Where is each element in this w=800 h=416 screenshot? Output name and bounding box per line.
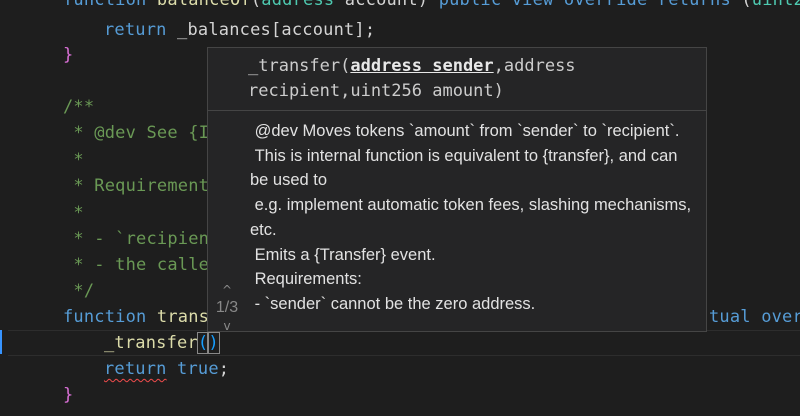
code-token: ( — [250, 0, 262, 10]
code-token: address — [261, 0, 335, 10]
code-token: ( — [730, 0, 752, 10]
code-token: tual — [709, 307, 751, 327]
code-token: */ — [63, 281, 95, 301]
signature-label: _transfer(address sender,address recipie… — [208, 48, 706, 111]
active-parameter: address sender — [350, 56, 494, 76]
code-token: * — [63, 203, 84, 223]
doc-paragraph: Emits a {Transfer} event. — [250, 245, 436, 264]
signature-help-popup[interactable]: _transfer(address sender,address recipie… — [207, 47, 707, 332]
code-token: public — [438, 0, 502, 10]
code-token: balanceOf — [156, 0, 251, 10]
code-token: /** — [63, 97, 95, 117]
code-token: * - the calle — [63, 255, 210, 275]
overload-counter: 1/3 — [215, 299, 239, 316]
code-token: _balances[account]; — [166, 20, 376, 40]
code-token: * - `recipien — [63, 229, 210, 249]
signature-rest: ,address — [493, 56, 576, 76]
doc-paragraph: This is internal function is equivalent … — [250, 146, 683, 190]
code-token: account) — [334, 0, 439, 10]
code-token: ) — [207, 332, 220, 354]
code-token: return — [104, 359, 167, 379]
doc-paragraph: @dev Moves tokens `amount` from `sender`… — [250, 122, 680, 140]
documentation-text: @dev Moves tokens `amount` from `sender`… — [250, 111, 700, 331]
code-line[interactable]: function balanceOf(address account) publ… — [63, 0, 800, 13]
code-line[interactable]: * — [63, 200, 84, 226]
doc-paragraph: - `sender` cannot be the zero address. — [250, 294, 536, 313]
code-token: } — [63, 45, 74, 65]
code-line[interactable]: _transfer() — [104, 330, 220, 356]
code-token: trans — [146, 307, 210, 327]
code-line[interactable]: } — [63, 382, 73, 408]
code-token: } — [63, 385, 74, 405]
doc-paragraph: Requirements: — [250, 270, 362, 289]
doc-paragraph: e.g. implement automatic token fees, sla… — [250, 196, 696, 239]
code-token: return — [104, 20, 167, 40]
code-token: * Requirement — [63, 176, 210, 196]
code-line[interactable]: return _balances[account]; — [104, 17, 375, 43]
code-token: true — [177, 359, 219, 379]
signature-line2: recipient,uint256 amount) — [248, 81, 504, 101]
code-line[interactable]: return true; — [104, 356, 229, 382]
code-token: ; — [218, 359, 230, 379]
code-line[interactable]: * — [63, 147, 84, 173]
code-line[interactable]: tual over — [709, 304, 800, 330]
chevron-up-icon[interactable]: ^ — [208, 284, 246, 296]
code-line[interactable]: * - the calle — [63, 252, 209, 278]
code-line[interactable]: * - `recipien — [63, 226, 209, 252]
code-token: view — [511, 0, 554, 10]
code-token: override — [563, 0, 648, 10]
code-token: returns — [657, 0, 731, 10]
overload-navigation: ^ 1/3 v — [208, 284, 246, 331]
code-line[interactable]: } — [63, 42, 73, 68]
code-token: * @dev See {I — [63, 123, 210, 143]
code-line[interactable]: */ — [63, 278, 94, 304]
code-line[interactable]: * Requirement — [63, 173, 209, 199]
code-line[interactable]: function trans — [63, 304, 209, 330]
code-token: * — [63, 150, 84, 170]
code-token: function — [63, 0, 147, 10]
code-line[interactable]: /** — [63, 94, 94, 120]
code-token: _transfer — [104, 333, 198, 353]
code-token: function — [63, 307, 147, 327]
signature-prefix: _transfer( — [248, 56, 351, 76]
chevron-down-icon[interactable]: v — [208, 320, 246, 331]
current-line-gutter-indicator — [0, 330, 2, 354]
code-token: uint25 — [751, 0, 800, 10]
code-line[interactable]: * @dev See {I — [63, 120, 209, 146]
code-token: over — [761, 307, 800, 327]
